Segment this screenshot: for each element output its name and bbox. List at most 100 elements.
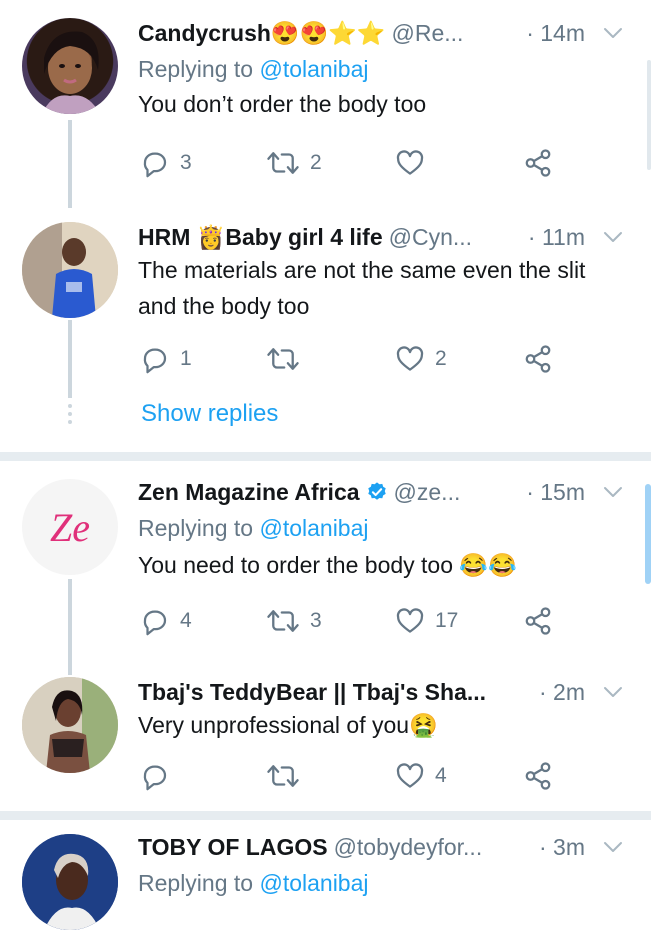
chevron-down-icon — [601, 222, 625, 252]
share-button[interactable] — [523, 146, 553, 180]
reply-icon — [140, 606, 170, 636]
user-handle[interactable]: @tobydeyfor... — [334, 834, 483, 860]
more-options-button[interactable] — [601, 832, 625, 869]
like-count: 2 — [435, 347, 447, 370]
chevron-down-icon — [601, 677, 625, 707]
display-name[interactable]: Candycrush😍😍⭐⭐ — [138, 20, 385, 46]
tweet-text: The materials are not the same even the … — [138, 257, 586, 319]
share-icon — [523, 761, 553, 791]
replying-to-label: Replying to — [138, 870, 260, 896]
retweet-count: 2 — [310, 151, 322, 174]
tweet-content: Tbaj's TeddyBear || Tbaj's Sha... · 2m V… — [138, 677, 651, 743]
display-name[interactable]: HRM 👸Baby girl 4 life — [138, 224, 383, 250]
timestamp[interactable]: · 14m — [526, 18, 585, 48]
timestamp[interactable]: · 11m — [528, 222, 585, 252]
more-options-button[interactable] — [601, 18, 625, 55]
chevron-down-icon — [601, 832, 625, 862]
like-icon — [395, 344, 425, 374]
like-button[interactable]: 4 — [395, 759, 447, 793]
like-icon — [395, 761, 425, 791]
retweet-button[interactable] — [266, 759, 310, 793]
mention-link[interactable]: @tolanibaj — [259, 56, 368, 82]
conversation-divider — [0, 811, 651, 820]
show-replies-link[interactable]: Show replies — [141, 400, 278, 428]
retweet-icon — [266, 148, 300, 178]
avatar[interactable] — [22, 18, 118, 114]
user-handle[interactable]: @ze... — [394, 479, 461, 505]
tweet[interactable]: Tbaj's TeddyBear || Tbaj's Sha... · 2m V… — [0, 661, 651, 811]
reply-button[interactable]: 1 — [140, 342, 192, 376]
avatar-image — [22, 222, 118, 318]
avatar[interactable] — [22, 222, 118, 318]
like-count: 4 — [435, 764, 447, 787]
timestamp[interactable]: · 15m — [526, 477, 585, 507]
avatar[interactable]: Ze — [22, 479, 118, 575]
mention-link[interactable]: @tolanibaj — [259, 870, 368, 896]
tweet-actions: 4 3 17 — [0, 604, 651, 638]
reply-icon — [140, 148, 170, 178]
like-button[interactable]: 17 — [395, 604, 458, 638]
tweet[interactable]: Ze Zen Magazine Africa @ze... · 15m Reply… — [0, 461, 651, 675]
tweet-content: HRM 👸Baby girl 4 life @Cyn... · 11m The m… — [138, 222, 651, 324]
like-button[interactable]: 2 — [395, 342, 447, 376]
more-options-button[interactable] — [601, 677, 625, 714]
tweet-content: TOBY OF LAGOS @tobydeyfor... · 3m Replyin… — [138, 832, 651, 898]
avatar-image — [42, 31, 100, 114]
retweet-button[interactable]: 2 — [266, 146, 322, 180]
display-name[interactable]: Tbaj's TeddyBear || Tbaj's Sha... — [138, 679, 486, 705]
tweet-header: Zen Magazine Africa @ze... · 15m — [138, 477, 651, 507]
tweet[interactable]: TOBY OF LAGOS @tobydeyfor... · 3m Replyin… — [0, 820, 651, 930]
tweet[interactable]: Candycrush😍😍⭐⭐ @Re... · 14m Replying to @… — [0, 0, 651, 208]
share-icon — [523, 606, 553, 636]
conversation-divider — [0, 452, 651, 461]
mention-link[interactable]: @tolanibaj — [259, 515, 368, 541]
reply-count: 1 — [180, 347, 192, 370]
reply-icon — [140, 344, 170, 374]
share-icon — [523, 344, 553, 374]
like-button[interactable] — [395, 146, 435, 180]
reply-icon — [140, 761, 170, 791]
share-button[interactable] — [523, 342, 553, 376]
tweet-header: HRM 👸Baby girl 4 life @Cyn... · 11m — [138, 222, 651, 252]
display-name[interactable]: Zen Magazine Africa — [138, 479, 360, 505]
replying-to: Replying to @tolanibaj — [138, 54, 651, 84]
reply-button[interactable] — [140, 759, 180, 793]
like-icon — [395, 148, 425, 178]
share-icon — [523, 148, 553, 178]
avatar[interactable] — [22, 834, 118, 930]
user-handle[interactable]: @Cyn... — [389, 224, 472, 250]
reply-button[interactable]: 3 — [140, 146, 192, 180]
reply-count: 3 — [180, 151, 192, 174]
share-button[interactable] — [523, 759, 553, 793]
retweet-button[interactable]: 3 — [266, 604, 322, 638]
tweet-text: Very unprofessional of you🤮 — [138, 712, 438, 738]
tweet-header: Candycrush😍😍⭐⭐ @Re... · 14m — [138, 18, 651, 48]
display-name[interactable]: TOBY OF LAGOS — [138, 834, 328, 860]
like-count: 17 — [435, 609, 459, 632]
tweet-text: You need to order the body too 😂😂 — [138, 552, 517, 578]
avatar-image — [22, 834, 118, 930]
reply-button[interactable]: 4 — [140, 604, 192, 638]
replying-to-label: Replying to — [138, 56, 260, 82]
replying-to: Replying to @tolanibaj — [138, 513, 651, 543]
retweet-button[interactable] — [266, 342, 310, 376]
like-icon — [395, 606, 425, 636]
more-options-button[interactable] — [601, 222, 625, 259]
chevron-down-icon — [601, 18, 625, 48]
retweet-icon — [266, 344, 300, 374]
timestamp[interactable]: · 2m — [539, 677, 585, 707]
share-button[interactable] — [523, 604, 553, 638]
more-options-button[interactable] — [601, 477, 625, 514]
user-handle[interactable]: @Re... — [391, 20, 463, 46]
verified-badge-icon — [367, 482, 386, 500]
tweet-header: Tbaj's TeddyBear || Tbaj's Sha... · 2m — [138, 677, 651, 707]
timestamp[interactable]: · 3m — [539, 832, 585, 862]
thread-dots — [67, 404, 73, 428]
tweet-content: Candycrush😍😍⭐⭐ @Re... · 14m Replying to @… — [138, 18, 651, 122]
tweet-header: TOBY OF LAGOS @tobydeyfor... · 3m — [138, 832, 651, 862]
tweet-actions: 1 2 — [0, 342, 651, 376]
tweet-actions: 4 — [0, 759, 651, 793]
tweet[interactable]: HRM 👸Baby girl 4 life @Cyn... · 11m The m… — [0, 208, 651, 448]
reply-count: 4 — [180, 609, 192, 632]
retweet-icon — [266, 761, 300, 791]
